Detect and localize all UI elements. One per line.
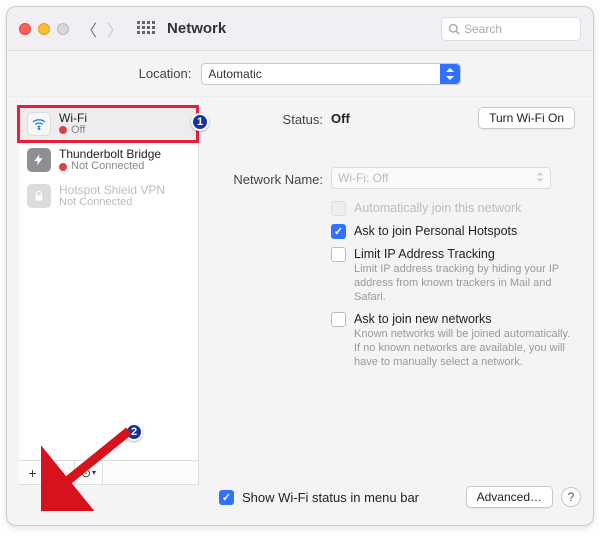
option-label: Ask to join Personal Hotspots bbox=[354, 224, 517, 238]
wifi-toggle-button[interactable]: Turn Wi-Fi On bbox=[478, 107, 575, 129]
sidebar-item-vpn[interactable]: Hotspot Shield VPN Not Connected bbox=[19, 178, 198, 214]
sidebar-item-status: Not Connected bbox=[59, 197, 132, 209]
location-row: Location: Automatic bbox=[7, 51, 593, 97]
titlebar: 〈 〉 Network Search bbox=[7, 7, 593, 51]
back-button[interactable]: 〈 bbox=[81, 17, 97, 41]
window-controls bbox=[19, 23, 69, 35]
network-name-value: Wi-Fi: Off bbox=[338, 171, 388, 185]
show-status-label: Show Wi-Fi status in menu bar bbox=[242, 490, 419, 505]
apps-grid-icon[interactable] bbox=[137, 21, 153, 37]
checkbox[interactable]: ✓ bbox=[219, 490, 234, 505]
sidebar-item-status: Off bbox=[71, 125, 85, 137]
status-value: Off bbox=[331, 111, 350, 126]
network-name-select[interactable]: Wi-Fi: Off bbox=[331, 167, 551, 189]
updown-icon bbox=[536, 171, 544, 186]
location-select[interactable]: Automatic bbox=[201, 63, 461, 85]
checkbox[interactable] bbox=[331, 312, 346, 327]
sidebar-item-thunderbolt[interactable]: Thunderbolt Bridge Not Connected bbox=[19, 142, 198, 178]
sidebar-item-wifi[interactable]: Wi-Fi Off bbox=[19, 106, 198, 142]
option-ask-new-networks[interactable]: Ask to join new networks Known networks … bbox=[331, 312, 575, 369]
sidebar-item-status: Not Connected bbox=[71, 161, 144, 173]
annotation-badge-2: 2 bbox=[125, 423, 143, 441]
status-dot-icon bbox=[59, 126, 67, 134]
checkbox[interactable] bbox=[331, 247, 346, 262]
checkbox[interactable]: ✓ bbox=[331, 224, 346, 239]
detail-pane: Status: Off Turn Wi-Fi On Network Name: … bbox=[199, 97, 593, 485]
location-value: Automatic bbox=[208, 67, 261, 81]
option-auto-join: Automatically join this network bbox=[331, 201, 575, 216]
help-button[interactable]: ? bbox=[561, 487, 581, 507]
zoom-icon[interactable] bbox=[57, 23, 69, 35]
annotation-badge-1: 1 bbox=[191, 113, 209, 131]
wifi-icon bbox=[27, 112, 51, 136]
thunderbolt-icon bbox=[27, 148, 51, 172]
minimize-icon[interactable] bbox=[38, 23, 50, 35]
option-desc: Known networks will be joined automatica… bbox=[354, 328, 575, 369]
search-placeholder: Search bbox=[464, 22, 502, 36]
option-limit-ip-tracking[interactable]: Limit IP Address Tracking Limit IP addre… bbox=[331, 247, 575, 304]
bottom-bar: ✓ Show Wi-Fi status in menu bar Advanced… bbox=[19, 479, 581, 515]
sidebar-item-label: Wi-Fi bbox=[59, 112, 87, 125]
show-status-option[interactable]: ✓ Show Wi-Fi status in menu bar bbox=[219, 490, 419, 505]
option-label: Automatically join this network bbox=[354, 201, 521, 215]
advanced-button[interactable]: Advanced… bbox=[466, 486, 553, 508]
option-desc: Limit IP address tracking by hiding your… bbox=[354, 263, 575, 304]
forward-button[interactable]: 〉 bbox=[107, 17, 123, 41]
window-title: Network bbox=[167, 20, 226, 37]
sidebar-item-label: Thunderbolt Bridge bbox=[59, 148, 161, 161]
search-icon bbox=[448, 23, 460, 35]
location-label: Location: bbox=[139, 66, 192, 81]
dropdown-icon bbox=[440, 64, 460, 84]
option-ask-personal-hotspots[interactable]: ✓ Ask to join Personal Hotspots bbox=[331, 224, 575, 239]
sidebar-item-label: Hotspot Shield VPN bbox=[59, 184, 165, 197]
network-name-label: Network Name: bbox=[213, 170, 323, 187]
service-list: Wi-Fi Off Thunderbolt Bridge Not Connect… bbox=[19, 105, 199, 485]
option-label: Limit IP Address Tracking bbox=[354, 247, 575, 261]
lock-icon bbox=[27, 184, 51, 208]
status-dot-icon bbox=[59, 163, 67, 171]
search-input[interactable]: Search bbox=[441, 17, 581, 41]
checkbox bbox=[331, 201, 346, 216]
option-label: Ask to join new networks bbox=[354, 312, 575, 326]
close-icon[interactable] bbox=[19, 23, 31, 35]
status-label: Status: bbox=[213, 110, 323, 127]
